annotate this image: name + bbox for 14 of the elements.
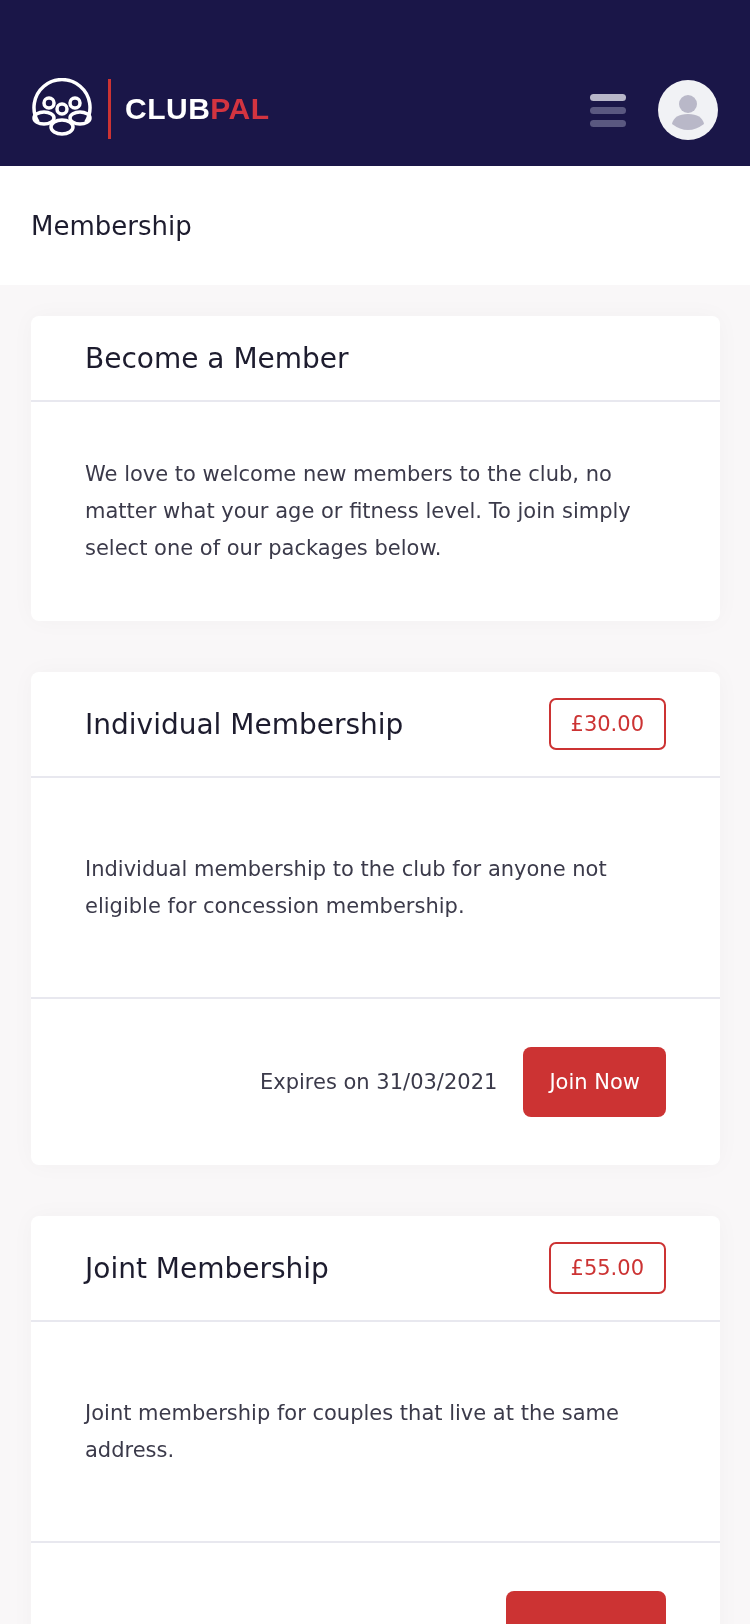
logo-text: CLUBPAL — [125, 92, 270, 126]
avatar-icon[interactable] — [658, 80, 718, 140]
join-button[interactable]: Join Now — [523, 1047, 666, 1117]
card-title: Become a Member — [85, 341, 349, 375]
page-title: Membership — [31, 210, 192, 241]
price-tag: £30.00 — [548, 698, 666, 750]
card-title: Joint Membership — [85, 1251, 329, 1285]
price-tag: £55.00 — [548, 1242, 666, 1294]
card-title: Individual Membership — [85, 707, 404, 741]
menu-icon[interactable] — [590, 93, 626, 127]
card-description: We love to welcome new members to the club, no matter what your age or fitness level. To join simply select one of our packages below. — [85, 461, 632, 562]
card-description: Joint membership for couples that live at the same address. — [85, 1399, 620, 1464]
expiry-date: Expires on 31/03/2021 — [259, 1070, 498, 1094]
card-description: Individual membership to the club for anyone not eligible for concession membership. — [85, 855, 608, 920]
